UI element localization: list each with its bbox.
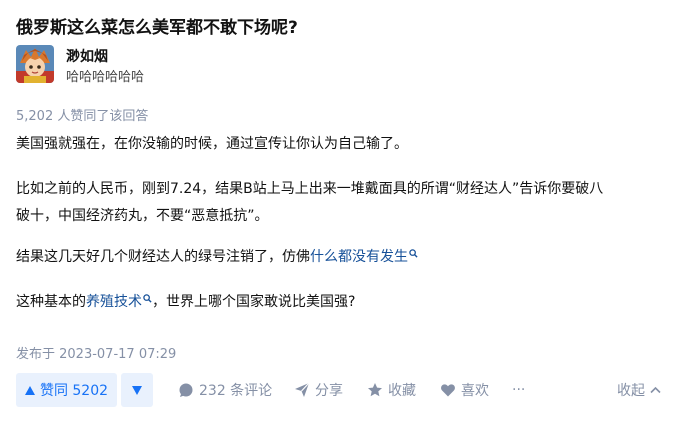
comment-bubble-icon [178, 382, 194, 398]
upvote-label: 赞同 5202 [39, 383, 109, 399]
keyword-link-label: 什么都没有发生 [310, 249, 408, 265]
search-icon [143, 294, 152, 303]
paragraph-text: 美国强就强在，在你没输的时候，通过宣传让你认为自己输了。 [16, 136, 408, 152]
action-bar: 赞同 5202 232 条评论 分享 收藏 喜欢 ··· 收起 [0, 373, 681, 407]
upvote-button[interactable]: 赞同 5202 [16, 373, 117, 407]
downvote-triangle-icon [132, 385, 142, 395]
search-icon [409, 249, 418, 258]
downvote-button[interactable] [121, 373, 153, 407]
paragraph-text: 这种基本的 [16, 294, 86, 310]
share-button[interactable]: 分享 [294, 373, 343, 407]
more-button[interactable]: ··· [512, 373, 525, 407]
answer-paragraph-1: 美国强就强在，在你没输的时候，通过宣传让你认为自己输了。 [16, 131, 666, 158]
author-bio: 哈哈哈哈哈哈 [66, 70, 145, 85]
star-icon [367, 382, 383, 398]
heart-icon [440, 382, 456, 398]
upvote-summary[interactable]: 5,202 人赞同了该回答 [16, 105, 148, 124]
more-label: ··· [512, 382, 526, 398]
paragraph-text: ，世界上哪个国家敢说比美国强? [152, 294, 356, 310]
answer-paragraph-2: 比如之前的人民币，刚到7.24，结果B站上马上出来一堆戴面具的所谓“财经达人”告… [16, 176, 666, 230]
upvote-triangle-icon [24, 385, 35, 395]
answer-card: 俄罗斯这么菜怎么美军都不敢下场呢? 渺如烟 哈哈哈哈哈哈 5,202 人赞同了该… [0, 0, 681, 422]
collapse-label: 收起 [617, 383, 645, 399]
keyword-link-farming-technique[interactable]: 养殖技术 [86, 294, 152, 310]
question-title[interactable]: 俄罗斯这么菜怎么美军都不敢下场呢? [16, 13, 298, 38]
chevron-up-icon [650, 386, 661, 394]
answer-paragraph-3: 结果这几天好几个财经达人的绿号注销了，仿佛什么都没有发生 [16, 244, 666, 271]
collapse-button[interactable]: 收起 [617, 373, 661, 407]
paper-plane-icon [294, 382, 310, 398]
share-label: 分享 [315, 383, 343, 399]
favorite-button[interactable]: 收藏 [367, 373, 416, 407]
comments-label: 232 条评论 [199, 383, 273, 399]
paragraph-line: 比如之前的人民币，刚到7.24，结果B站上马上出来一堆戴面具的所谓“财经达人”告… [16, 181, 604, 197]
paragraph-text: 结果这几天好几个财经达人的绿号注销了，仿佛 [16, 249, 310, 265]
favorite-label: 收藏 [388, 383, 416, 399]
paragraph-line: 破十，中国经济药丸，不要“恶意抵抗”。 [16, 208, 269, 224]
like-button[interactable]: 喜欢 [440, 373, 489, 407]
keyword-link-nothing-happened[interactable]: 什么都没有发生 [310, 249, 418, 265]
publish-time[interactable]: 发布于 2023-07-17 07:29 [16, 343, 176, 362]
like-label: 喜欢 [461, 383, 489, 399]
answer-paragraph-4: 这种基本的养殖技术 ，世界上哪个国家敢说比美国强? [16, 289, 666, 316]
author-name[interactable]: 渺如烟 [66, 46, 108, 66]
comment-button[interactable]: 232 条评论 [178, 373, 272, 407]
keyword-link-label: 养殖技术 [86, 294, 142, 310]
avatar[interactable] [16, 45, 54, 83]
